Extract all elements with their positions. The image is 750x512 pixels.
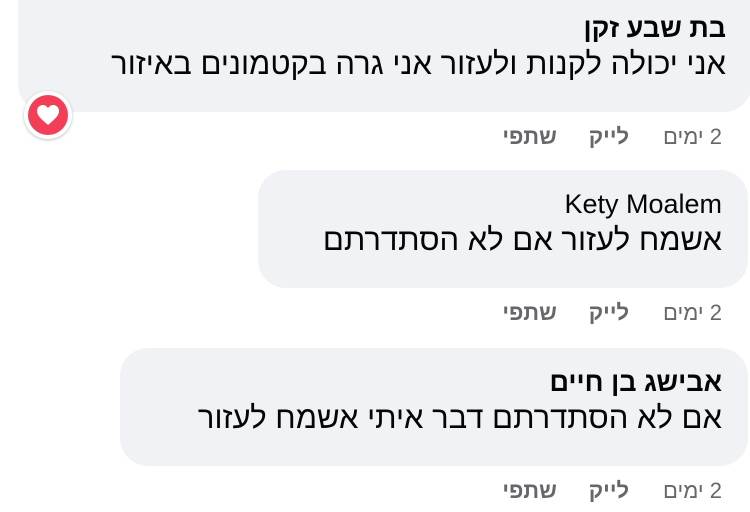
comment-actions: 2 ימים לייק שתפי: [470, 300, 722, 326]
comment-text: אני יכולה לקנות ולעזור אני גרה בקטמונים …: [111, 46, 726, 81]
reply-button[interactable]: שתפי: [502, 124, 556, 149]
comment-author[interactable]: בת שבע זקן: [38, 12, 726, 44]
like-button[interactable]: לייק: [589, 478, 629, 503]
reply-button[interactable]: שתפי: [502, 478, 556, 503]
comment-timestamp[interactable]: 2 ימים: [663, 478, 722, 503]
comment-bubble: אבישג בן חיים אם לא הסתדרתם דבר איתי אשמ…: [120, 348, 748, 466]
comment-timestamp[interactable]: 2 ימים: [663, 300, 722, 325]
comment-actions: 2 ימים לייק שתפי: [470, 124, 722, 150]
like-button[interactable]: לייק: [589, 300, 629, 325]
comment-text: אשמח לעזור אם לא הסתדרתם: [322, 222, 722, 257]
like-button[interactable]: לייק: [589, 124, 629, 149]
comment-author[interactable]: Kety Moalem: [278, 188, 722, 220]
comment-author[interactable]: אבישג בן חיים: [140, 366, 722, 398]
comment-text: אם לא הסתדרתם דבר איתי אשמח לעזור: [197, 400, 722, 435]
reaction-badge[interactable]: [24, 91, 72, 139]
comment-bubble: Kety Moalem אשמח לעזור אם לא הסתדרתם: [258, 170, 748, 288]
comment-actions: 2 ימים לייק שתפי: [470, 478, 722, 504]
heart-icon: [28, 95, 68, 135]
comment-bubble: בת שבע זקן אני יכולה לקנות ולעזור אני גר…: [18, 0, 750, 112]
reply-button[interactable]: שתפי: [502, 300, 556, 325]
comment-timestamp[interactable]: 2 ימים: [663, 124, 722, 149]
